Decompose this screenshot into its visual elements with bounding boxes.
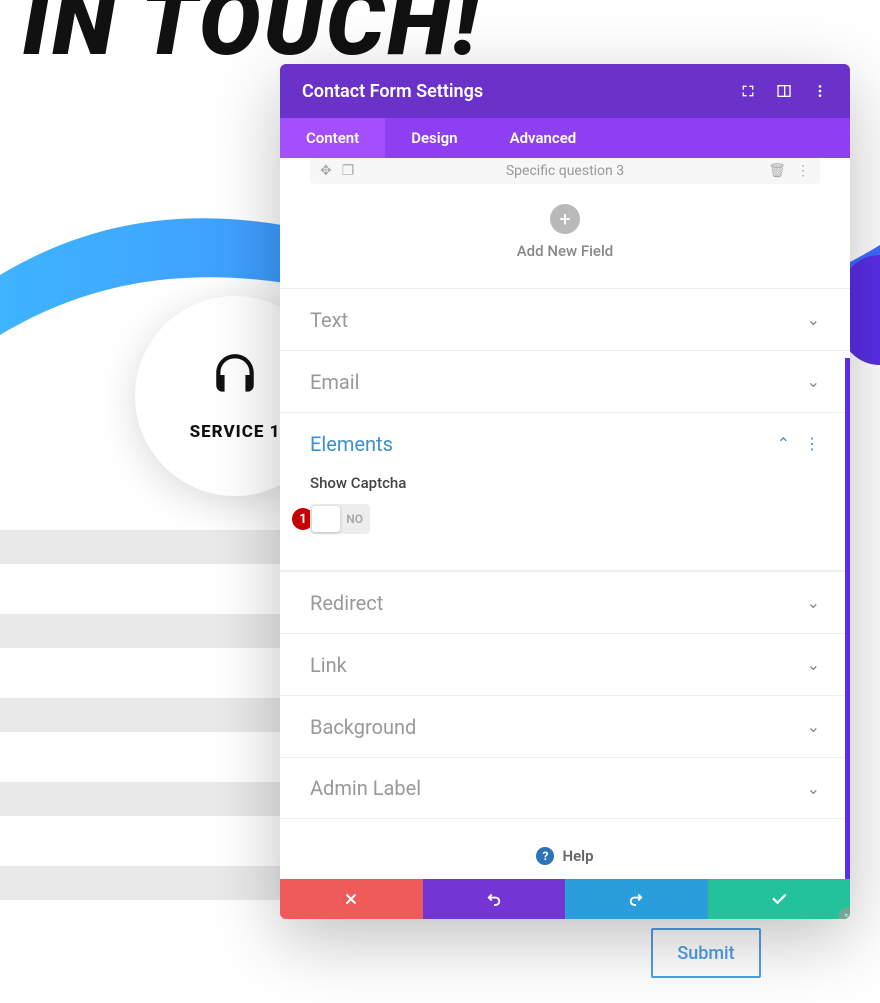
add-field-button[interactable]: + xyxy=(550,204,580,234)
modal-title: Contact Form Settings xyxy=(302,81,483,102)
section-kebab-icon[interactable]: ⋮ xyxy=(804,434,820,453)
section-admin-label[interactable]: Admin Label ⌄ xyxy=(280,757,850,819)
page-background: T IN TOUCH! SERVICE 1 Submit Contact For… xyxy=(0,0,880,1003)
modal-footer xyxy=(280,879,850,919)
section-background[interactable]: Background ⌄ xyxy=(280,695,850,757)
section-link[interactable]: Link ⌄ xyxy=(280,633,850,695)
section-background-title: Background xyxy=(310,715,416,739)
service-circle-label: SERVICE 1 xyxy=(190,422,281,442)
modal-header: Contact Form Settings xyxy=(280,64,850,118)
submit-button[interactable]: Submit xyxy=(651,928,761,978)
chevron-down-icon: ⌄ xyxy=(807,593,820,612)
chevron-down-icon: ⌄ xyxy=(807,779,820,798)
modal-body: ✥ ❐ Specific question 3 🗑 ⋮ + Add New Fi… xyxy=(280,158,850,879)
help-label: Help xyxy=(562,847,593,865)
field-kebab-icon[interactable]: ⋮ xyxy=(796,163,810,179)
toggle-knob xyxy=(312,506,340,532)
captcha-toggle[interactable]: NO xyxy=(310,504,370,534)
kebab-icon[interactable] xyxy=(812,83,828,99)
chevron-down-icon: ⌄ xyxy=(807,717,820,736)
section-text[interactable]: Text ⌄ xyxy=(280,288,850,350)
expand-icon[interactable] xyxy=(740,83,756,99)
add-field-label: Add New Field xyxy=(280,242,850,260)
section-email-title: Email xyxy=(310,370,360,394)
dup-icon[interactable]: ❐ xyxy=(342,163,355,179)
section-elements-title: Elements xyxy=(310,432,393,456)
tab-content[interactable]: Content xyxy=(280,118,385,158)
scrollbar[interactable] xyxy=(845,358,850,879)
help-icon: ? xyxy=(536,847,554,865)
help-button[interactable]: ? Help xyxy=(280,819,850,879)
section-redirect[interactable]: Redirect ⌄ xyxy=(280,571,850,633)
save-button[interactable] xyxy=(708,879,851,919)
panel-icon[interactable] xyxy=(776,83,792,99)
section-email[interactable]: Email ⌄ xyxy=(280,350,850,412)
section-admin-label-title: Admin Label xyxy=(310,776,421,800)
section-elements[interactable]: Elements ⌃ ⋮ xyxy=(280,412,850,474)
section-elements-content: Show Captcha 1 NO xyxy=(280,474,850,571)
redo-button[interactable] xyxy=(565,879,708,919)
section-redirect-title: Redirect xyxy=(310,591,383,615)
tab-advanced[interactable]: Advanced xyxy=(484,118,603,158)
section-link-title: Link xyxy=(310,653,347,677)
chevron-down-icon: ⌄ xyxy=(807,655,820,674)
headphones-icon xyxy=(210,350,260,404)
tab-design[interactable]: Design xyxy=(385,118,483,158)
toggle-state: NO xyxy=(346,512,363,526)
show-captcha-label: Show Captcha xyxy=(310,474,820,492)
chevron-up-icon: ⌃ xyxy=(777,434,790,453)
settings-modal: Contact Form Settings Content Design Adv… xyxy=(280,64,850,919)
field-row-label: Specific question 3 xyxy=(506,163,624,179)
modal-tabs: Content Design Advanced xyxy=(280,118,850,158)
trash-icon[interactable]: 🗑 xyxy=(768,163,786,179)
chevron-down-icon: ⌄ xyxy=(807,310,820,329)
section-text-title: Text xyxy=(310,308,348,332)
move-icon[interactable]: ✥ xyxy=(320,163,332,179)
field-row[interactable]: ✥ ❐ Specific question 3 🗑 ⋮ xyxy=(310,158,820,184)
chevron-down-icon: ⌄ xyxy=(807,372,820,391)
form-placeholder-bars xyxy=(0,530,300,950)
undo-button[interactable] xyxy=(423,879,566,919)
cancel-button[interactable] xyxy=(280,879,423,919)
